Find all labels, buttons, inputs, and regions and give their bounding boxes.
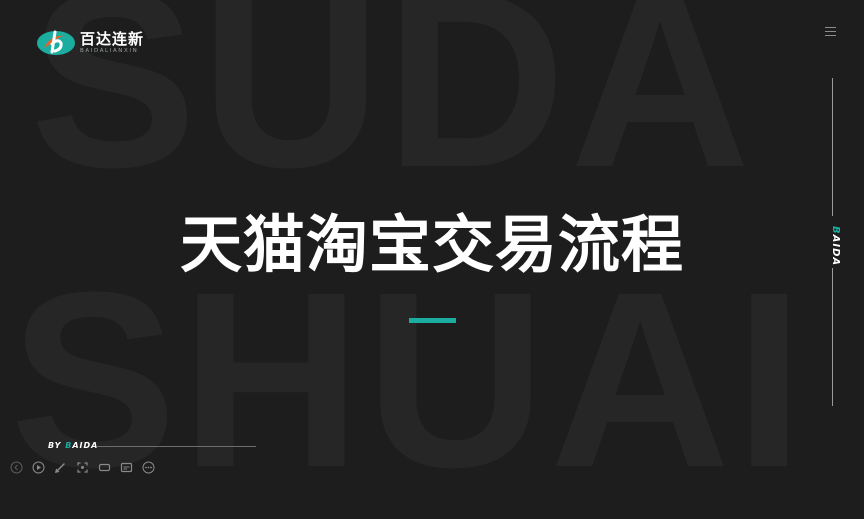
side-divider-top	[832, 78, 833, 216]
byline: BY BAIDA	[48, 441, 98, 450]
logo-name-english: BAIDALIANXIN	[80, 48, 139, 54]
byline-rest: AIDA	[72, 441, 99, 450]
byline-rule	[97, 446, 256, 447]
prev-icon[interactable]	[10, 461, 23, 474]
byline-prefix: BY	[48, 441, 66, 450]
more-icon[interactable]	[142, 461, 155, 474]
logo-mark-icon	[37, 30, 75, 55]
menu-icon[interactable]	[825, 27, 836, 37]
zoom-icon[interactable]	[76, 461, 89, 474]
video-icon[interactable]	[98, 461, 111, 474]
side-divider-bottom	[832, 268, 833, 406]
presentation-toolbar	[10, 460, 155, 474]
title-underline	[409, 318, 456, 323]
logo: 百达连新 BAIDALIANXIN	[36, 28, 144, 58]
play-icon[interactable]	[32, 461, 45, 474]
pen-icon[interactable]	[54, 461, 67, 474]
slide-title: 天猫淘宝交易流程	[179, 208, 684, 281]
subtitle-icon[interactable]	[120, 461, 133, 474]
logo-name-chinese: 百达连新	[80, 30, 145, 48]
